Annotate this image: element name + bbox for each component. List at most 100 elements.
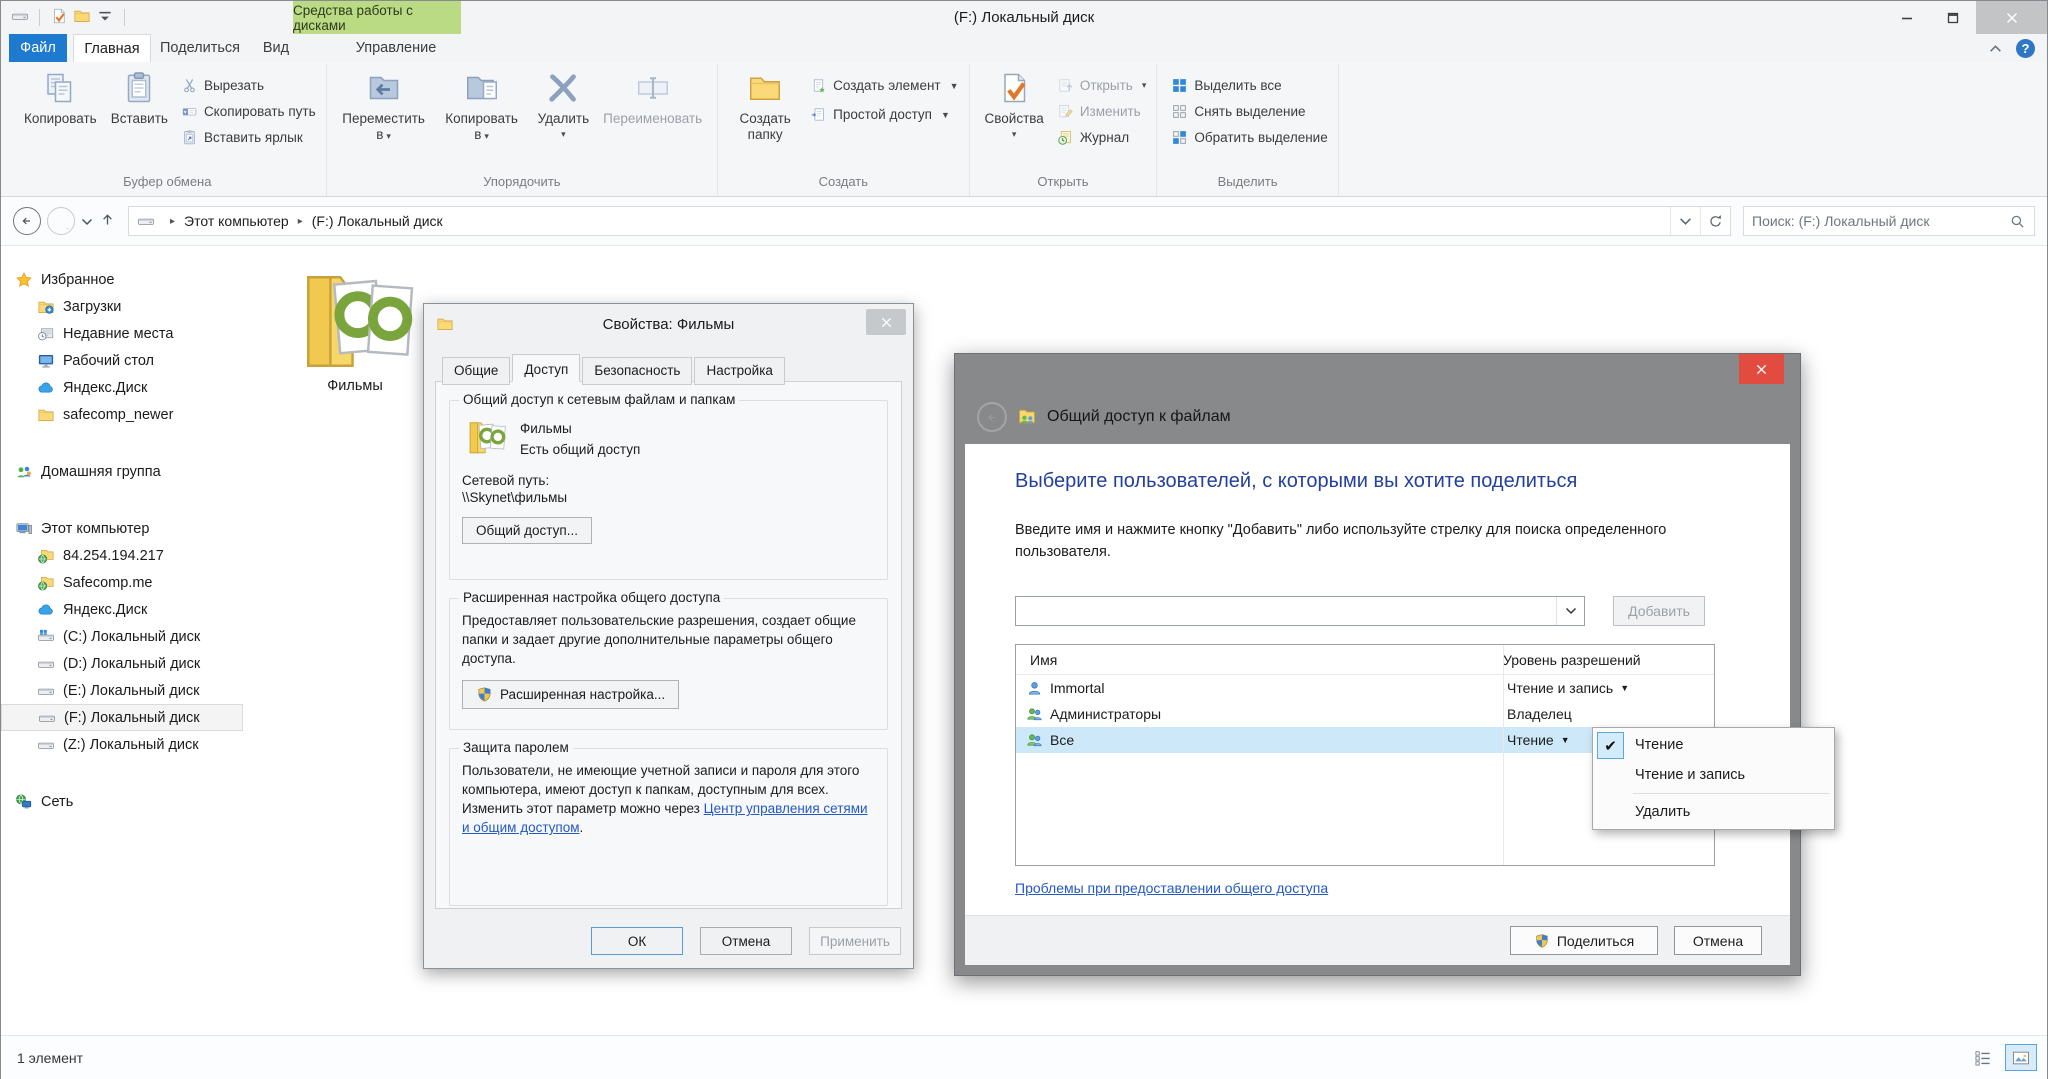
rename-button[interactable]: Переименовать	[596, 64, 709, 127]
paste-shortcut-button[interactable]: Вставить ярлык	[181, 129, 316, 146]
open-button[interactable]: Открыть▾	[1057, 77, 1147, 94]
recent-locations-dropdown[interactable]	[81, 213, 93, 229]
refresh-button[interactable]	[1700, 207, 1730, 235]
tab-customize[interactable]: Настройка	[694, 357, 784, 385]
ok-button[interactable]: ОК	[591, 927, 683, 955]
breadcrumb-this-pc[interactable]: Этот компьютер	[184, 213, 289, 229]
cancel-button[interactable]: Отмена	[700, 927, 792, 955]
sidebar-item-homegroup[interactable]: Домашняя группа	[1, 458, 257, 485]
edit-button[interactable]: Изменить	[1057, 103, 1147, 120]
minimize-button[interactable]	[1884, 1, 1930, 34]
help-icon[interactable]: ?	[2016, 39, 2035, 58]
sidebar-item-recent-places[interactable]: Недавние места	[1, 320, 257, 347]
sidebar-item-desktop[interactable]: Рабочий стол	[1, 347, 257, 374]
sidebar-item-disk-z[interactable]: (Z:) Локальный диск	[1, 731, 257, 758]
explorer-window: Средства работы с дисками (F:) Локальный…	[0, 0, 2048, 1079]
address-bar[interactable]: ▸ Этот компьютер ▸ (F:) Локальный диск	[128, 206, 1731, 236]
easy-access-button[interactable]: Простой доступ▼	[810, 106, 958, 123]
close-button[interactable]	[1976, 1, 2047, 34]
user-combo-input[interactable]	[1016, 597, 1556, 625]
qat-customize-button[interactable]	[96, 7, 114, 28]
cut-button[interactable]: Вырезать	[181, 77, 316, 94]
sidebar-item-downloads[interactable]: Загрузки	[1, 293, 257, 320]
sidebar-item-disk-c[interactable]: (C:) Локальный диск	[1, 623, 257, 650]
sidebar-item-yandex-disk[interactable]: Яндекс.Диск	[1, 374, 257, 401]
paste-shortcut-icon	[181, 129, 198, 146]
sidebar-item-disk-f[interactable]: (F:) Локальный диск	[1, 704, 243, 731]
maximize-button[interactable]	[1930, 1, 1976, 34]
search-input[interactable]	[1752, 213, 2009, 229]
share-confirm-button[interactable]: Поделиться	[1510, 926, 1658, 955]
back-button[interactable]	[977, 402, 1007, 432]
menu-item-remove[interactable]: Удалить	[1593, 797, 1834, 827]
navigation-pane: Избранное Загрузки Недавние места Рабочи…	[1, 246, 257, 1035]
tab-file[interactable]: Файл	[9, 34, 67, 62]
view-details-button[interactable]	[1967, 1044, 1999, 1071]
properties-close-button[interactable]	[866, 309, 906, 335]
address-dropdown-button[interactable]	[1670, 207, 1700, 235]
sidebar-item-network[interactable]: Сеть	[1, 788, 257, 815]
qat-new-folder-button[interactable]	[73, 7, 91, 28]
tab-general[interactable]: Общие	[442, 357, 510, 385]
menu-item-read[interactable]: Чтение	[1593, 730, 1834, 760]
tab-home[interactable]: Главная	[73, 34, 151, 62]
combo-dropdown-button[interactable]	[1556, 597, 1584, 625]
advanced-sharing-button[interactable]: Расширенная настройка...	[462, 680, 679, 709]
permission-menu: ✔ Чтение Чтение и запись Удалить	[1592, 727, 1835, 830]
copy-to-button[interactable]: Копировать в▾	[433, 64, 531, 142]
breadcrumb-current[interactable]: (F:) Локальный диск	[312, 213, 443, 229]
column-header-permission[interactable]: Уровень разрешений	[1489, 652, 1641, 668]
apply-button[interactable]: Применить	[809, 927, 901, 955]
sharing-cancel-button[interactable]: Отмена	[1674, 926, 1762, 955]
tab-manage[interactable]: Управление	[321, 34, 471, 62]
properties-button[interactable]: Свойства▾	[978, 64, 1051, 139]
delete-button[interactable]: Удалить▾	[531, 64, 597, 139]
sharing-close-button[interactable]	[1739, 354, 1784, 384]
sidebar-item-yandex-disk-2[interactable]: Яндекс.Диск	[1, 596, 257, 623]
qat-properties-button[interactable]	[50, 7, 68, 28]
tab-share[interactable]: Поделиться	[151, 34, 249, 62]
sidebar-item-favorites[interactable]: Избранное	[1, 266, 257, 293]
copy-path-button[interactable]: Скопировать путь	[181, 103, 316, 120]
invert-selection-button[interactable]: Обратить выделение	[1171, 129, 1327, 146]
folder-item-films[interactable]: Фильмы	[281, 260, 429, 394]
sidebar-item-safecomp-me[interactable]: Safecomp.me	[1, 569, 257, 596]
history-button[interactable]: Журнал	[1057, 129, 1147, 146]
folder-icon	[37, 406, 55, 424]
select-all-button[interactable]: Выделить все	[1171, 77, 1327, 94]
user-row-administrators[interactable]: Администраторы Владелец	[1016, 701, 1714, 727]
new-folder-button[interactable]: Создать папку	[726, 64, 804, 142]
new-item-button[interactable]: Создать элемент▼	[810, 77, 958, 94]
move-to-button[interactable]: Переместить в▾	[335, 64, 433, 142]
sidebar-item-ip-address[interactable]: 84.254.194.217	[1, 542, 257, 569]
view-thumbnails-button[interactable]	[2005, 1044, 2037, 1071]
tab-security[interactable]: Безопасность	[582, 357, 692, 385]
sidebar-item-disk-d[interactable]: (D:) Локальный диск	[1, 650, 257, 677]
add-user-button[interactable]: Добавить	[1613, 596, 1705, 626]
paste-button[interactable]: Вставить	[104, 64, 175, 127]
tab-view[interactable]: Вид	[249, 34, 303, 62]
menu-item-read-write[interactable]: Чтение и запись	[1593, 760, 1834, 790]
copy-button[interactable]: Копировать	[17, 64, 104, 127]
file-sharing-dialog: Общий доступ к файлам Выберите пользоват…	[954, 353, 1801, 976]
ribbon-group-organize: Переместить в▾ Копировать в▾ Удалить▾ Пе…	[327, 64, 719, 196]
back-button[interactable]	[13, 207, 41, 235]
sidebar-item-disk-e[interactable]: (E:) Локальный диск	[1, 677, 257, 704]
permission-dropdown[interactable]: Чтение▼	[1493, 732, 1570, 748]
sidebar-item-safecomp-newer[interactable]: safecomp_newer	[1, 401, 257, 428]
up-button[interactable]	[99, 211, 116, 231]
sharing-problems-link[interactable]: Проблемы при предоставлении общего досту…	[1015, 880, 1328, 896]
sidebar-item-this-pc[interactable]: Этот компьютер	[1, 515, 257, 542]
share-access-button[interactable]: Общий доступ...	[462, 517, 592, 544]
group-label-open: Открыть	[978, 170, 1149, 189]
column-header-name[interactable]: Имя	[1016, 652, 1489, 668]
folder-item-label: Фильмы	[281, 378, 429, 394]
collapse-ribbon-icon[interactable]	[1989, 40, 2002, 56]
permission-dropdown[interactable]: Чтение и запись▼	[1493, 680, 1629, 696]
forward-button[interactable]	[47, 207, 75, 235]
user-row-immortal[interactable]: Immortal Чтение и запись▼	[1016, 675, 1714, 701]
select-none-button[interactable]: Снять выделение	[1171, 103, 1327, 120]
uac-shield-icon	[1534, 933, 1550, 949]
password-change-text: Изменить этот параметр можно через	[462, 801, 700, 816]
tab-sharing[interactable]: Доступ	[512, 354, 580, 382]
